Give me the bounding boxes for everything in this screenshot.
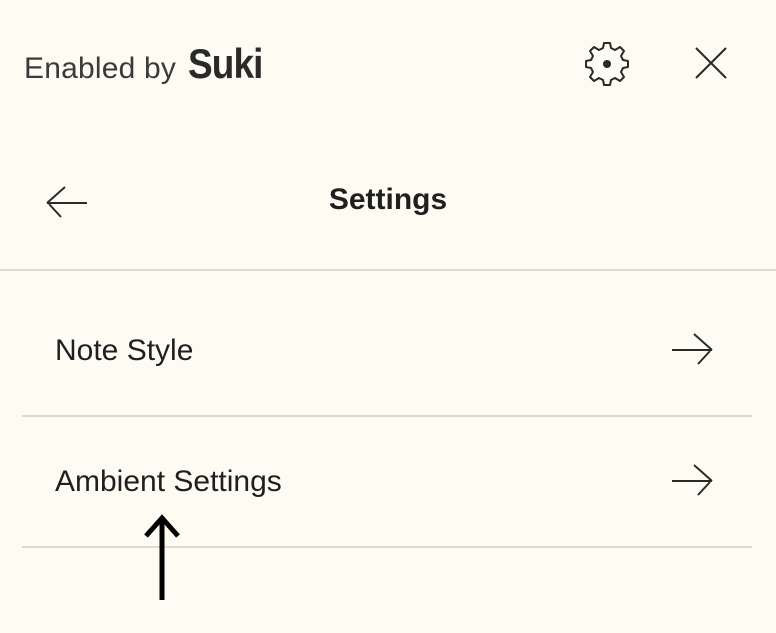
close-button[interactable] (684, 36, 738, 90)
arrow-right-icon (672, 333, 713, 365)
list-divider (22, 546, 752, 548)
settings-item-ambient-settings[interactable]: Ambient Settings (22, 417, 752, 548)
top-bar: Enabled by Suki (0, 0, 776, 125)
gear-icon (585, 42, 629, 86)
settings-list: Note Style Ambient Settings (22, 286, 752, 548)
settings-header: Settings (0, 150, 776, 270)
brand: Enabled by Suki (24, 40, 273, 87)
settings-item-label: Ambient Settings (55, 465, 282, 498)
suki-logo: Suki (188, 40, 263, 87)
header-divider (0, 269, 776, 271)
arrow-up-icon (144, 514, 180, 600)
brand-prefix: Enabled by (24, 52, 177, 85)
settings-item-note-style[interactable]: Note Style (22, 286, 752, 417)
page-title: Settings (328, 183, 448, 216)
settings-item-label: Note Style (55, 334, 194, 367)
close-icon (695, 47, 727, 79)
settings-button[interactable] (580, 36, 634, 90)
arrow-right-icon (672, 464, 713, 496)
